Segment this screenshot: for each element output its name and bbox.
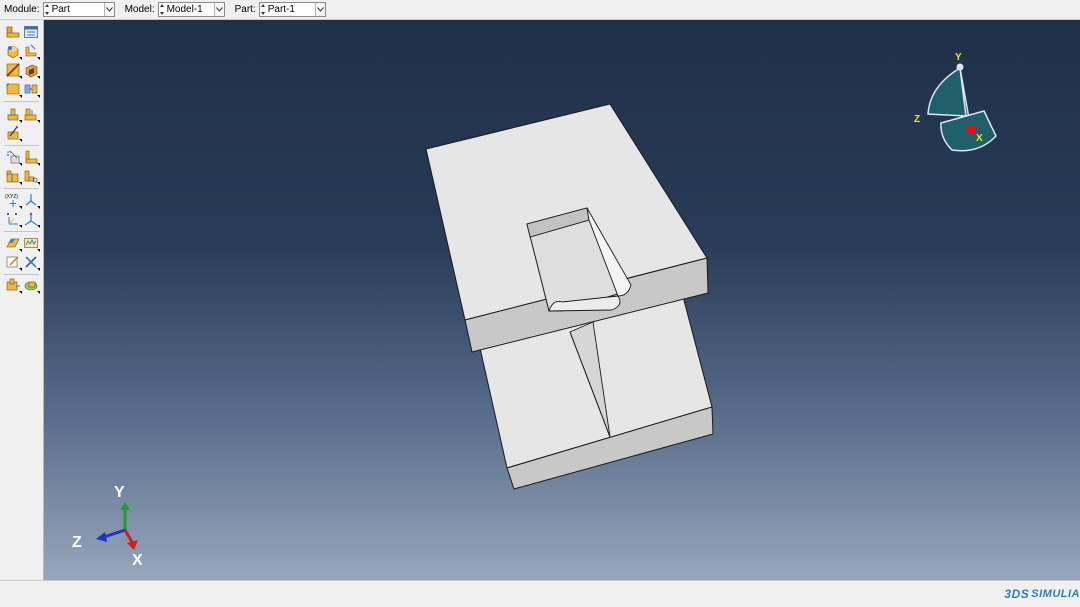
- brand-name: SIMULIA: [1031, 588, 1080, 600]
- toolbox-separator: [4, 101, 39, 102]
- toolbox-row: [5, 149, 41, 166]
- query-icon[interactable]: [5, 149, 22, 166]
- view-cube-origin: [967, 125, 976, 134]
- axis-triad: Y Z X: [72, 484, 143, 569]
- chevron-down-icon[interactable]: [314, 3, 325, 16]
- triad-x-label: X: [132, 552, 143, 569]
- spin-icon: [160, 4, 165, 15]
- status-bar: 3DS SIMULIA: [0, 580, 1080, 607]
- model-selector-group: Model: Model-1: [125, 2, 225, 17]
- chevron-down-icon[interactable]: [103, 3, 114, 16]
- module-dropdown[interactable]: Part: [42, 2, 115, 17]
- toolbox-separator: [4, 145, 39, 146]
- repair-geometry-icon[interactable]: [23, 149, 40, 166]
- toolbox-row: [5, 125, 23, 142]
- create-fillet-icon[interactable]: [5, 81, 22, 98]
- toolbox-row: [5, 235, 41, 252]
- spin-icon: [261, 4, 266, 15]
- module-selector-group: Module: Part: [4, 2, 115, 17]
- part-selector-group: Part: Part-1: [235, 2, 326, 17]
- view-cube[interactable]: Y Z X: [914, 52, 997, 152]
- create-skin-icon[interactable]: [23, 235, 40, 252]
- toolbox-separator: [4, 231, 39, 232]
- model-label: Model:: [124, 4, 155, 15]
- svg-text:(XYZ): (XYZ): [5, 194, 18, 200]
- toolbox-row: [5, 277, 41, 294]
- create-set-icon[interactable]: [23, 168, 40, 185]
- create-cut-icon[interactable]: [5, 62, 22, 79]
- triad-z-label: Z: [72, 534, 82, 551]
- view-cube-handle[interactable]: [956, 63, 964, 71]
- create-part-icon[interactable]: [5, 24, 21, 40]
- part-dropdown[interactable]: Part-1: [258, 2, 326, 17]
- view-cube-x-label: X: [976, 133, 983, 144]
- datum-csys-icon[interactable]: [5, 211, 22, 228]
- create-partition-icon[interactable]: [23, 81, 40, 98]
- context-bar: Module: Part Model: Model-1 Part: Part-1: [0, 0, 1080, 20]
- datum-point-xyz-icon[interactable]: (XYZ): [5, 192, 22, 209]
- model-viewport[interactable]: Y Z X Y Z X: [44, 20, 1080, 580]
- toolbox-row: [5, 24, 41, 40]
- feature-manipulation-icon[interactable]: [5, 254, 22, 271]
- virtual-topology-icon[interactable]: [5, 168, 22, 185]
- edit-feature-icon[interactable]: [5, 125, 22, 142]
- abaqus-cae-window: Module: Part Model: Model-1 Part: Part-1…: [0, 0, 1080, 607]
- viewport-canvas[interactable]: Y Z X Y Z X: [44, 20, 1080, 580]
- toolbox-row: [5, 254, 41, 271]
- toolbox-row: [5, 168, 41, 185]
- part-value: Part-1: [267, 4, 295, 15]
- create-datum-plane-icon[interactable]: [23, 106, 40, 123]
- toolbox-row: [5, 106, 41, 123]
- simulia-brand: 3DS SIMULIA: [1004, 587, 1080, 601]
- edit-sketch-icon[interactable]: [5, 235, 22, 252]
- model-value: Model-1: [166, 4, 203, 15]
- toolbox-separator: [4, 274, 39, 275]
- toolbox-row: [5, 81, 41, 98]
- toolbox-row: [5, 43, 41, 60]
- create-lofted-icon[interactable]: [5, 277, 22, 294]
- toolbox-separator: [4, 188, 39, 189]
- create-swept-icon[interactable]: [23, 277, 40, 294]
- part-label: Part:: [234, 4, 256, 15]
- create-datum-icon[interactable]: [5, 106, 22, 123]
- spin-icon: [45, 4, 50, 15]
- 3ds-logo-icon: 3DS: [1004, 587, 1030, 601]
- view-cube-z-label: Z: [914, 114, 920, 125]
- create-solid-extrude-icon[interactable]: [5, 43, 22, 60]
- module-label: Module:: [4, 4, 40, 15]
- part-manager-icon[interactable]: [23, 24, 39, 40]
- datum-csys-3point-icon[interactable]: [23, 211, 40, 228]
- part-module-toolbox: (XYZ): [0, 20, 44, 580]
- datum-axis-icon[interactable]: [23, 192, 40, 209]
- view-cube-y-label: Y: [955, 52, 962, 63]
- chevron-down-icon[interactable]: [213, 3, 224, 16]
- triad-y-label: Y: [114, 484, 125, 501]
- create-wire-icon[interactable]: [23, 62, 40, 79]
- toolbox-row: [5, 211, 41, 228]
- model-dropdown[interactable]: Model-1: [157, 2, 225, 17]
- toolbox-row: (XYZ): [5, 192, 41, 209]
- module-value: Part: [51, 4, 70, 15]
- repair-tools-icon[interactable]: [23, 254, 40, 271]
- create-shell-icon[interactable]: [23, 43, 40, 60]
- toolbox-row: [5, 62, 41, 79]
